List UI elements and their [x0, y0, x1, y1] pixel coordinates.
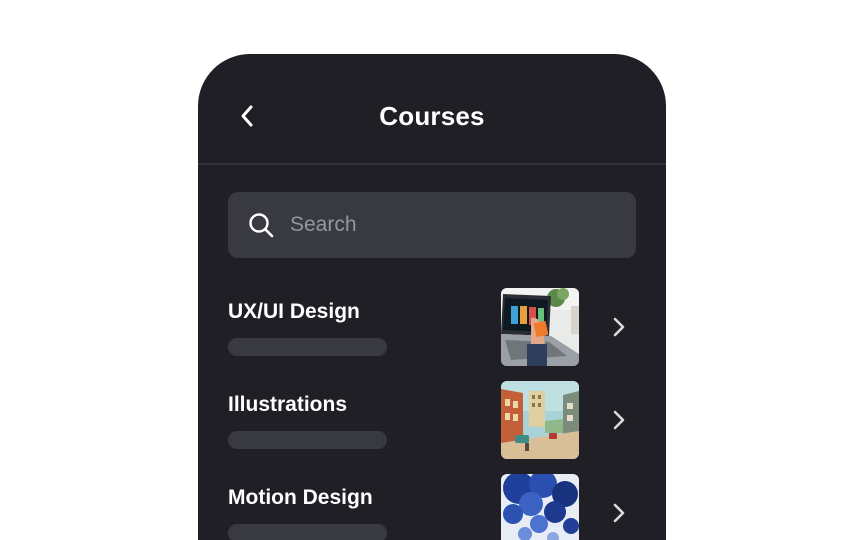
- course-progress-placeholder: [228, 338, 387, 356]
- phone-screen: Courses UX/UI Design: [198, 54, 666, 540]
- course-item-ux-ui-design[interactable]: UX/UI Design: [228, 288, 636, 368]
- search-icon: [248, 212, 274, 238]
- course-title: UX/UI Design: [228, 300, 360, 323]
- course-progress-placeholder: [228, 431, 387, 449]
- header: Courses: [198, 54, 666, 165]
- course-thumbnail: [501, 381, 579, 459]
- chevron-right-icon: [608, 314, 630, 340]
- course-thumbnail: [501, 288, 579, 366]
- page-title: Courses: [379, 101, 485, 131]
- chevron-right-icon: [608, 407, 630, 433]
- search-input[interactable]: [288, 212, 592, 238]
- course-item-illustrations[interactable]: Illustrations: [228, 381, 636, 461]
- course-title: Illustrations: [228, 393, 348, 416]
- course-item-motion-design[interactable]: Motion Design: [228, 474, 636, 540]
- chevron-right-icon: [608, 500, 630, 526]
- search-bar[interactable]: [228, 192, 636, 258]
- course-progress-placeholder: [228, 524, 387, 540]
- course-title: Motion Design: [228, 486, 373, 509]
- course-thumbnail: [501, 474, 579, 540]
